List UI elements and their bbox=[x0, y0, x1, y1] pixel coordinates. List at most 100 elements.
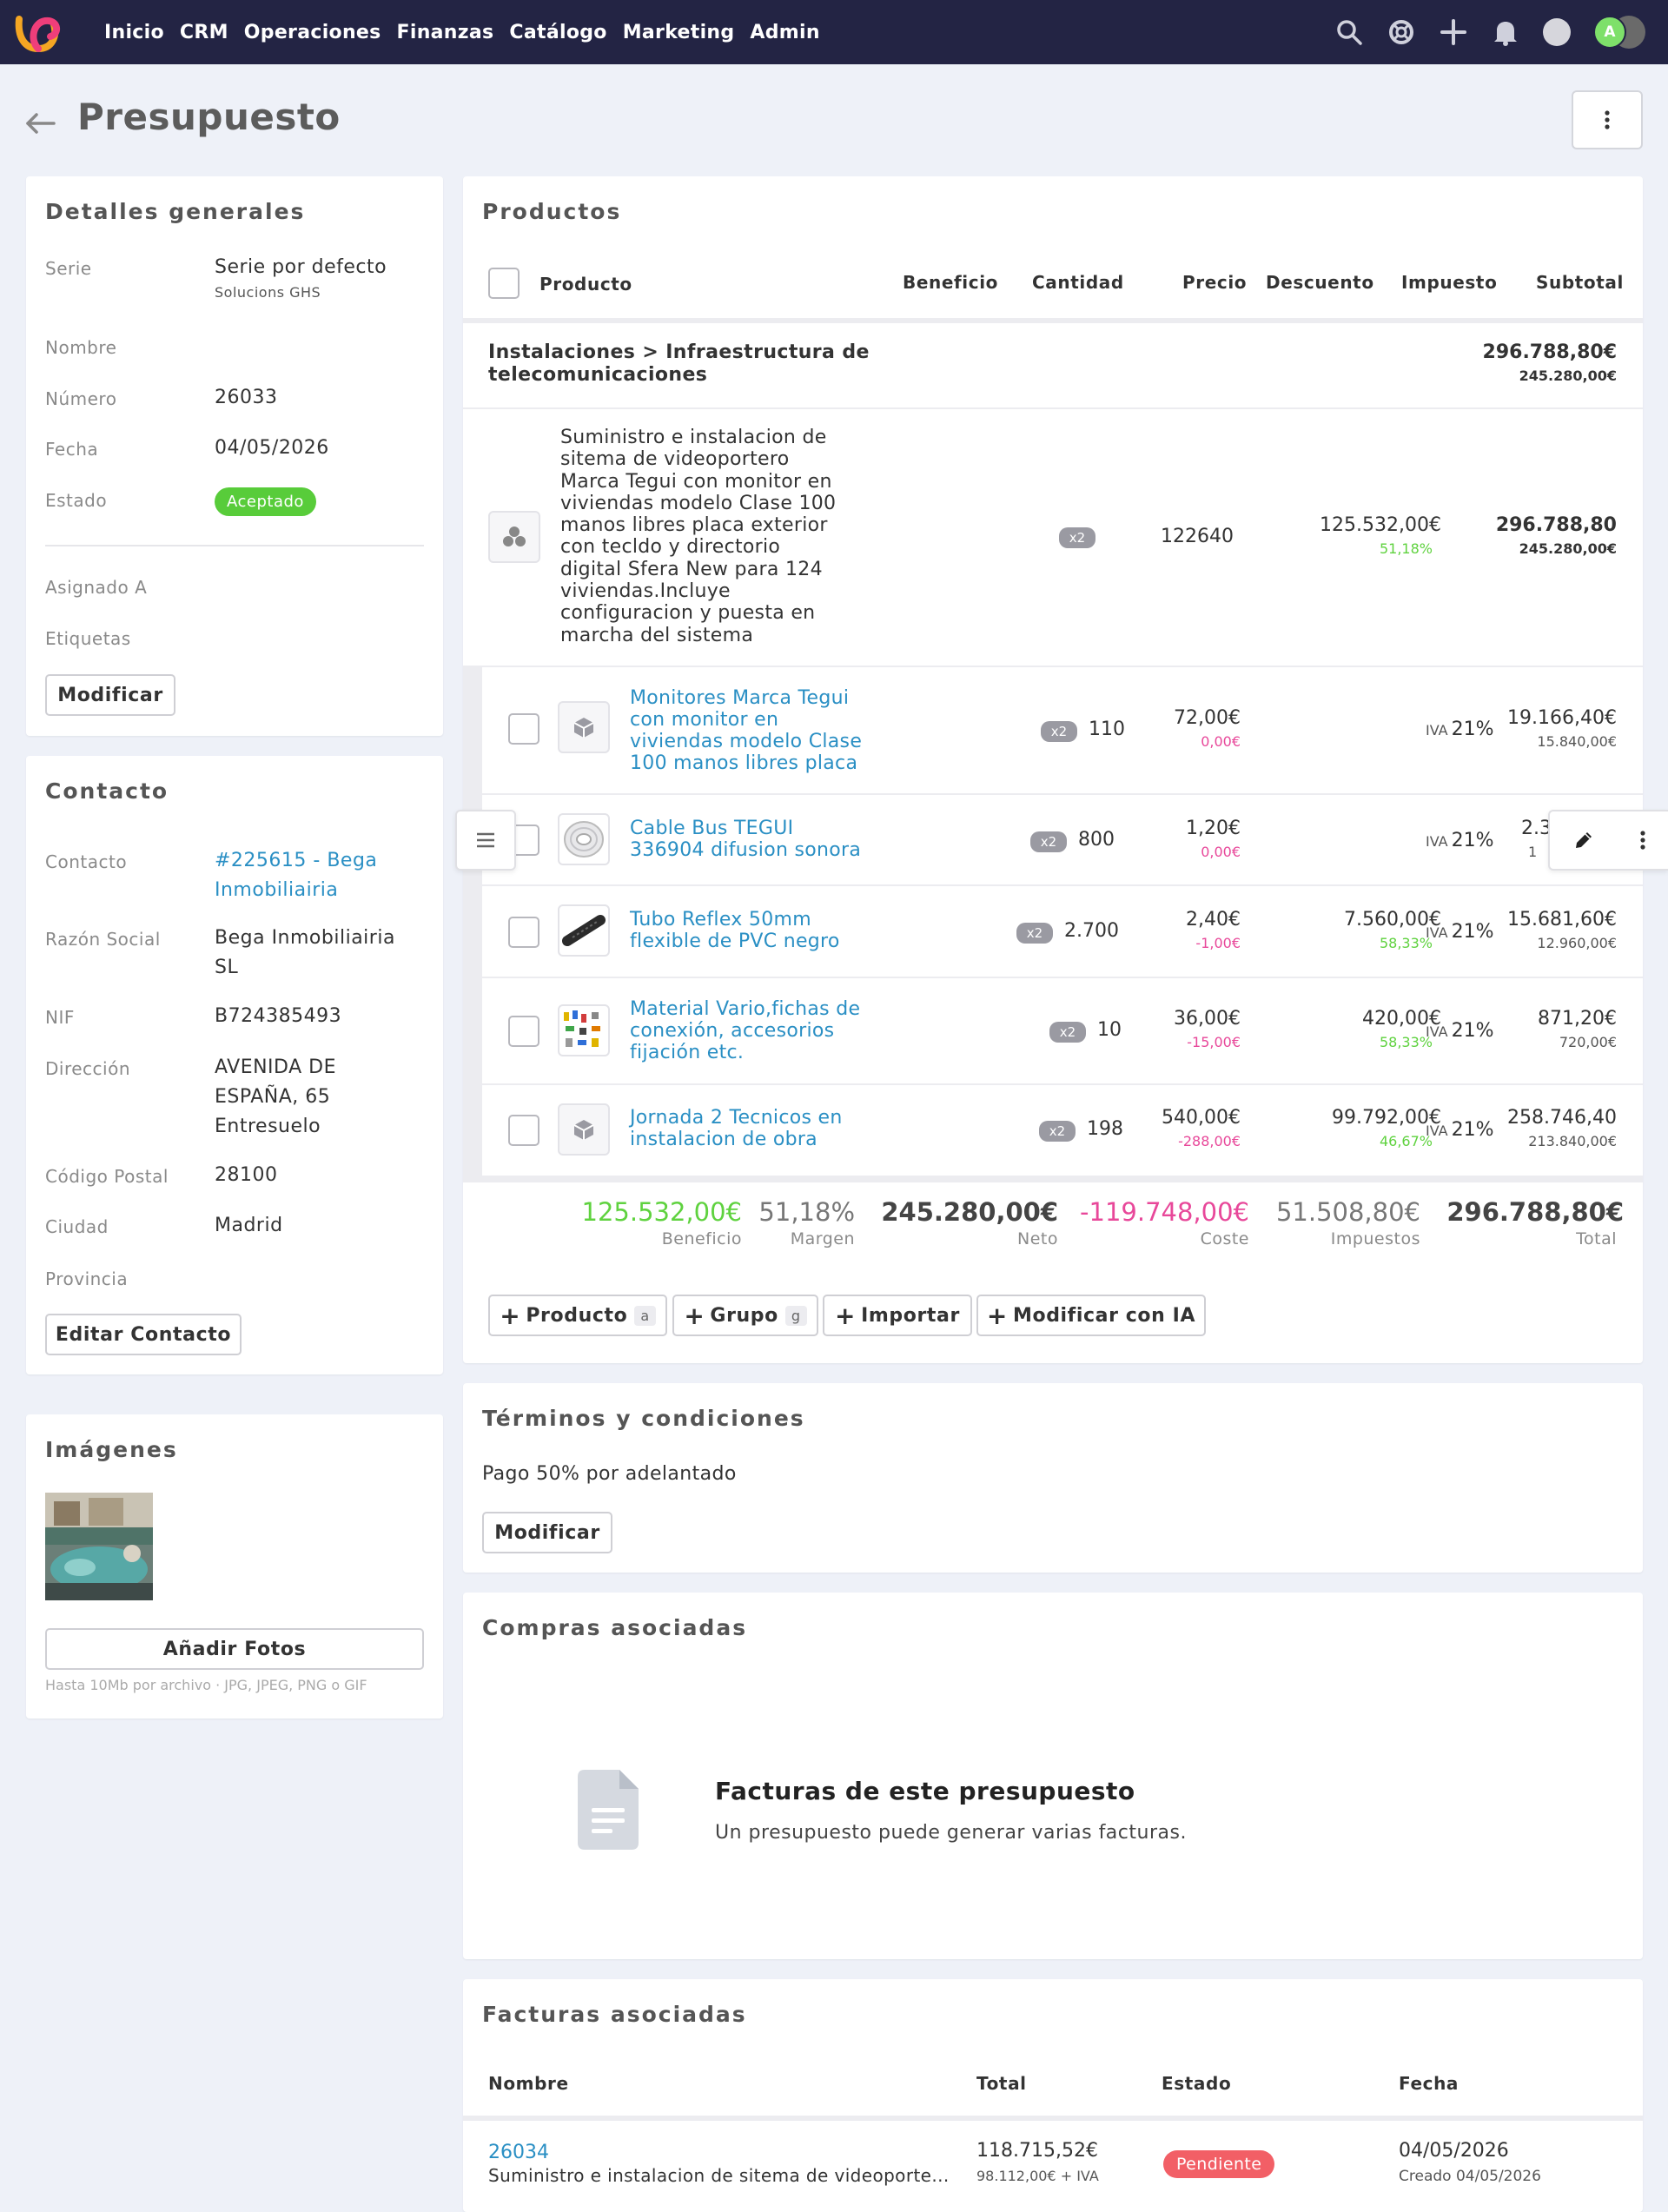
col-producto[interactable]: Producto bbox=[539, 274, 632, 295]
nav-link-catalogo[interactable]: Catálogo bbox=[509, 22, 606, 43]
row-price[interactable]: 2,40€ bbox=[1186, 909, 1241, 930]
col-beneficio[interactable]: Beneficio bbox=[903, 272, 998, 293]
contact-link[interactable]: #225615 - Bega Inmobiliairia bbox=[215, 846, 377, 905]
group-row[interactable]: Instalaciones > Infraestructura de telec… bbox=[488, 341, 870, 387]
product-link[interactable]: Jornada 2 Tecnicos en instalacion de obr… bbox=[630, 1107, 843, 1150]
add-photos-button[interactable]: Añadir Fotos bbox=[45, 1628, 424, 1670]
bundle-line: digital Sfera New para 124 bbox=[560, 558, 823, 580]
col-descuento[interactable]: Descuento bbox=[1266, 272, 1374, 293]
row-subtotal: 19.166,40€ bbox=[1507, 707, 1617, 729]
row-quantity[interactable]: 10 bbox=[1097, 1019, 1122, 1041]
cable-icon bbox=[558, 813, 610, 865]
nav-link-finanzas[interactable]: Finanzas bbox=[397, 22, 494, 43]
invoice-number-link[interactable]: 26034 bbox=[488, 2142, 549, 2163]
nav-link-marketing[interactable]: Marketing bbox=[623, 22, 735, 43]
product-link[interactable]: Monitores Marca Tegui con monitor en viv… bbox=[630, 687, 862, 774]
total-impuestos-label: Impuestos bbox=[1330, 1229, 1420, 1248]
lifebuoy-icon[interactable] bbox=[1387, 17, 1416, 47]
row-checkbox[interactable] bbox=[508, 713, 539, 745]
row-quantity[interactable]: 110 bbox=[1089, 719, 1125, 740]
status-dot[interactable] bbox=[1543, 18, 1571, 46]
row-checkbox[interactable] bbox=[508, 1115, 539, 1146]
modify-terms-button[interactable]: Modificar bbox=[482, 1512, 612, 1553]
invoice-total: 118.715,52€ bbox=[976, 2140, 1098, 2162]
import-button[interactable]: + Importar bbox=[823, 1295, 972, 1336]
nav-link-operaciones[interactable]: Operaciones bbox=[244, 22, 381, 43]
row-price[interactable]: 72,00€ bbox=[1174, 707, 1241, 729]
row-price[interactable]: 36,00€ bbox=[1174, 1008, 1241, 1030]
row-checkbox[interactable] bbox=[508, 917, 539, 948]
row-divider bbox=[463, 666, 1643, 667]
product-link[interactable]: Material Vario,fichas de conexión, acces… bbox=[630, 998, 860, 1063]
group-name-line1: Instalaciones > Infraestructura de bbox=[488, 341, 870, 363]
search-icon[interactable] bbox=[1334, 17, 1364, 47]
modify-with-ai-button[interactable]: + Modificar con IA bbox=[976, 1295, 1206, 1336]
total-beneficio: 125.532,00€ bbox=[581, 1197, 743, 1227]
page-menu-button[interactable] bbox=[1572, 90, 1643, 149]
modify-details-button[interactable]: Modificar bbox=[45, 674, 175, 716]
product-name-line: 336904 difusion sonora bbox=[630, 839, 862, 861]
col-total[interactable]: Total bbox=[976, 2073, 1027, 2094]
bundle-line: con tecldo y directorio bbox=[560, 536, 781, 559]
row-tax[interactable]: IVA 21% bbox=[1426, 719, 1494, 740]
product-link[interactable]: Tubo Reflex 50mm flexible de PVC negro bbox=[630, 909, 840, 952]
razon-line1: Bega Inmobiliairia bbox=[215, 927, 395, 949]
images-title: Imágenes bbox=[45, 1437, 178, 1462]
nav-link-admin[interactable]: Admin bbox=[750, 22, 819, 43]
contact-link-line2: Inmobiliairia bbox=[215, 879, 339, 901]
shortcut-key: g bbox=[784, 1305, 807, 1326]
col-subtotal[interactable]: Subtotal bbox=[1536, 272, 1624, 293]
invoice-row[interactable]: 26034 Suministro e instalacion de sitema… bbox=[463, 2121, 1643, 2212]
row-discount: 0,00€ bbox=[1201, 733, 1241, 750]
col-fecha[interactable]: Fecha bbox=[1399, 2073, 1459, 2094]
total-total-label: Total bbox=[1576, 1229, 1617, 1248]
row-quantity[interactable]: 198 bbox=[1087, 1118, 1123, 1140]
product-name-line: Jornada 2 Tecnicos en bbox=[630, 1107, 843, 1129]
bundle-description[interactable]: Suministro e instalacion de sitema de vi… bbox=[560, 427, 836, 646]
details-title: Detalles generales bbox=[45, 199, 306, 224]
row-drag-handle[interactable] bbox=[455, 810, 516, 871]
more-vertical-icon[interactable] bbox=[1639, 830, 1646, 851]
button-label: Producto bbox=[526, 1304, 628, 1327]
bundle-margin: 51,18% bbox=[1379, 540, 1433, 557]
fecha-label: Fecha bbox=[45, 439, 99, 460]
col-estado[interactable]: Estado bbox=[1162, 2073, 1231, 2094]
avatar[interactable]: A bbox=[1593, 16, 1626, 49]
qty-multiplier-pill: x2 bbox=[1059, 527, 1095, 548]
row-price[interactable]: 540,00€ bbox=[1162, 1107, 1241, 1129]
group-net: 245.280,00€ bbox=[1519, 368, 1617, 384]
row-price[interactable]: 1,20€ bbox=[1186, 818, 1241, 839]
user-avatar-group[interactable]: A bbox=[1593, 14, 1647, 50]
add-group-button[interactable]: + Grupo g bbox=[672, 1295, 818, 1336]
document-icon bbox=[578, 1770, 639, 1850]
group-name-line2: telecomunicaciones bbox=[488, 364, 708, 386]
col-precio[interactable]: Precio bbox=[1182, 272, 1247, 293]
select-all-checkbox[interactable] bbox=[488, 268, 520, 299]
terms-title: Términos y condiciones bbox=[482, 1406, 805, 1431]
brand-logo[interactable] bbox=[12, 10, 68, 54]
nav-link-inicio[interactable]: Inicio bbox=[104, 22, 164, 43]
back-arrow-icon[interactable] bbox=[23, 108, 57, 139]
add-product-button[interactable]: + Producto a bbox=[488, 1295, 667, 1336]
row-quantity[interactable]: 2.700 bbox=[1064, 920, 1119, 942]
row-tax[interactable]: IVA 21% bbox=[1426, 921, 1494, 943]
provincia-label: Provincia bbox=[45, 1268, 129, 1289]
bell-icon[interactable] bbox=[1491, 17, 1520, 47]
col-cantidad[interactable]: Cantidad bbox=[1032, 272, 1124, 293]
project-photo[interactable] bbox=[45, 1493, 153, 1600]
page-title: Presupuesto bbox=[77, 96, 341, 138]
edit-contact-button[interactable]: Editar Contacto bbox=[45, 1314, 242, 1355]
pencil-icon[interactable] bbox=[1572, 829, 1595, 851]
plus-icon[interactable] bbox=[1439, 17, 1468, 47]
row-tax[interactable]: IVA 21% bbox=[1426, 1020, 1494, 1042]
row-tax[interactable]: IVA 21% bbox=[1426, 830, 1494, 851]
bundle-line: viviendas.Incluye bbox=[560, 580, 731, 603]
total-neto: 245.280,00€ bbox=[881, 1197, 1058, 1227]
row-tax[interactable]: IVA 21% bbox=[1426, 1119, 1494, 1141]
row-quantity[interactable]: 800 bbox=[1078, 829, 1115, 851]
product-link[interactable]: Cable Bus TEGUI 336904 difusion sonora bbox=[630, 818, 861, 861]
col-impuesto[interactable]: Impuesto bbox=[1401, 272, 1497, 293]
col-nombre[interactable]: Nombre bbox=[488, 2073, 569, 2094]
nav-link-crm[interactable]: CRM bbox=[180, 22, 228, 43]
row-checkbox[interactable] bbox=[508, 1016, 539, 1047]
